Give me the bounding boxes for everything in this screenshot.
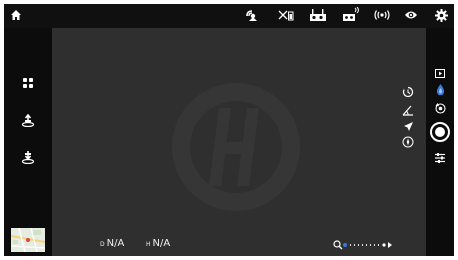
distance-readout: D N/A [100,238,124,249]
camera-view[interactable] [52,28,426,256]
right-camera-bar [426,28,454,256]
brand-logo-watermark [172,83,300,211]
distance-value: N/A [106,238,125,249]
height-readout: H N/A [146,238,170,249]
takeoff-icon[interactable] [21,113,35,127]
mini-map[interactable] [11,228,45,252]
shutter-button[interactable] [430,122,450,142]
menu-grid-icon[interactable] [23,78,33,88]
mode-drop-icon[interactable] [436,84,445,96]
height-label: H [146,241,151,248]
height-value: N/A [152,238,171,249]
angle-icon[interactable] [402,104,414,116]
land-icon[interactable] [21,150,35,164]
compass-icon[interactable] [402,136,414,148]
remote-controller-signal-icon[interactable] [342,7,360,22]
camera-settings-icon[interactable] [434,152,446,164]
home-icon[interactable] [10,9,22,21]
wireless-signal-icon[interactable] [374,9,390,21]
top-status-bar [4,4,454,28]
remote-controller-icon[interactable] [309,8,327,22]
playback-icon[interactable] [435,69,445,78]
drone-app-screen: D N/A H N/A [0,0,458,260]
aircraft-battery-icon[interactable] [278,9,294,21]
satellite-icon[interactable] [244,8,260,22]
timer-icon[interactable] [402,86,414,98]
visibility-icon[interactable] [404,10,418,20]
settings-icon[interactable] [435,9,448,22]
left-control-bar [4,28,52,256]
distance-label: D [100,241,105,248]
camera-switch-icon[interactable] [435,103,446,114]
shutter-button-core[interactable] [435,127,445,137]
plane-icon[interactable] [403,121,414,132]
zoom-slider[interactable] [342,241,396,249]
zoom-slider-thumb[interactable] [343,243,347,247]
